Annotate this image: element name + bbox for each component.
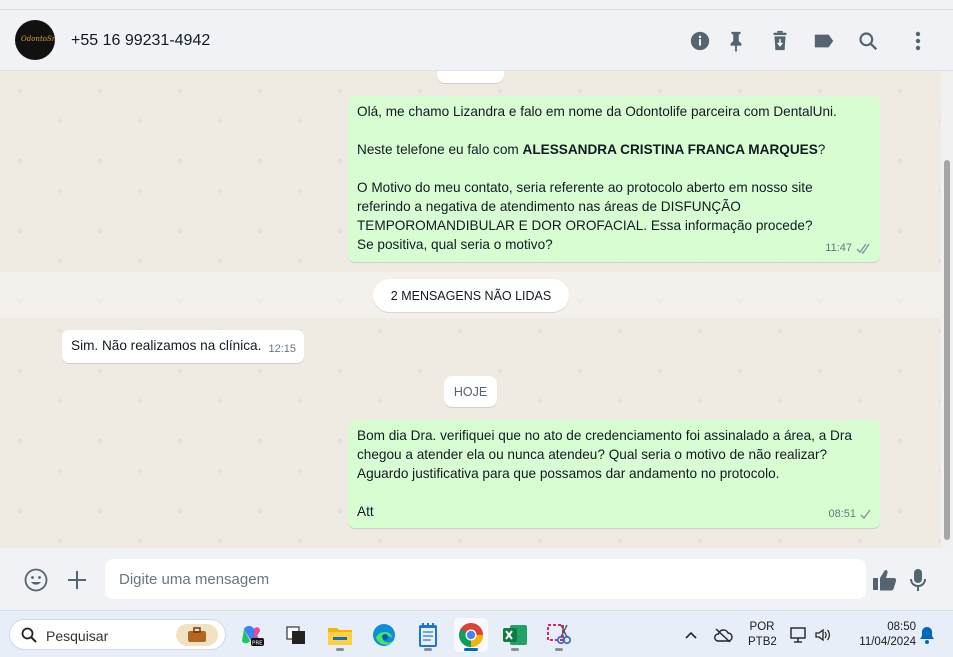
search-label: Pesquisar	[46, 628, 109, 644]
pin-icon[interactable]	[724, 29, 748, 53]
language-line1: POR	[749, 621, 775, 633]
running-indicator	[424, 648, 432, 651]
message-line: O Motivo do meu contato, seria referente…	[357, 180, 813, 252]
notepad-icon[interactable]	[411, 618, 445, 652]
file-explorer-icon[interactable]	[323, 618, 357, 652]
chat-scrollbar[interactable]	[944, 160, 950, 540]
info-icon[interactable]	[688, 29, 712, 53]
cloud-offline-icon[interactable]	[709, 618, 737, 652]
message-line: Neste telefone eu falo com ALESSANDRA CR…	[357, 142, 826, 157]
running-indicator	[511, 648, 519, 651]
double-check-icon	[856, 243, 870, 254]
plus-icon[interactable]	[64, 567, 90, 593]
message-outgoing[interactable]: Bom dia Dra. verifiquei que no ato de cr…	[348, 420, 880, 528]
day-pill: HOJE	[444, 376, 497, 407]
language-line2: PTB2	[748, 636, 777, 648]
clock-date: 11/04/2024	[859, 636, 916, 648]
copilot-icon[interactable]: PRE	[235, 618, 269, 652]
message-time: 08:51	[828, 508, 856, 520]
avatar-logo-text: OdontoSmile	[21, 35, 55, 43]
svg-text:PRE: PRE	[252, 641, 263, 647]
window-top-strip	[0, 0, 953, 10]
message-text: Sim. Não realizamos na clínica.	[71, 338, 262, 353]
delete-icon[interactable]	[768, 29, 792, 53]
emoji-icon[interactable]	[23, 567, 49, 593]
message-incoming[interactable]: Sim. Não realizamos na clínica. 12:15	[62, 330, 304, 363]
microphone-icon[interactable]	[905, 567, 931, 593]
chat-area[interactable]: Olá, me chamo Lizandra e falo em nome da…	[0, 71, 953, 548]
excel-icon[interactable]	[498, 618, 532, 652]
message-meta: 12:15	[268, 340, 296, 359]
thumbs-up-icon[interactable]	[872, 567, 898, 593]
message-text: Bom dia Dra. verifiquei que no ato de cr…	[357, 428, 852, 481]
notification-bell-icon[interactable]	[915, 618, 939, 652]
clock[interactable]: 08:50 11/04/2024	[844, 621, 916, 648]
contact-name[interactable]: +55 16 99231-4942	[71, 32, 210, 50]
message-line: Olá, me chamo Lizandra e falo em nome da…	[357, 104, 837, 119]
avatar[interactable]: OdontoSmile	[15, 20, 55, 60]
message-outgoing[interactable]: Olá, me chamo Lizandra e falo em nome da…	[348, 96, 880, 262]
clock-time: 08:50	[887, 621, 916, 633]
language-indicator[interactable]: POR PTB2	[748, 621, 777, 648]
chrome-icon[interactable]	[454, 618, 488, 652]
chat-header: OdontoSmile +55 16 99231-4942	[0, 10, 953, 71]
message-meta: 11:47	[825, 239, 872, 258]
date-pill-partial	[437, 71, 504, 83]
running-indicator	[336, 648, 344, 651]
message-input[interactable]	[105, 559, 866, 599]
message-time: 12:15	[268, 343, 296, 355]
search-icon	[21, 627, 37, 643]
unread-messages-pill: 2 MENSAGENS NÃO LIDAS	[373, 279, 569, 312]
briefcase-icon	[176, 624, 218, 646]
volume-icon[interactable]	[811, 618, 835, 652]
taskbar: Pesquisar PRE POR PTB2 08:50 11/04/2024	[0, 610, 953, 657]
taskbar-search[interactable]: Pesquisar	[9, 619, 226, 650]
label-icon[interactable]	[812, 29, 836, 53]
message-signature: Att	[357, 504, 374, 519]
message-time: 11:47	[825, 242, 852, 254]
message-meta: 08:51	[828, 505, 872, 524]
network-icon[interactable]	[787, 618, 811, 652]
search-icon[interactable]	[856, 29, 880, 53]
active-indicator	[464, 648, 478, 651]
snipping-tool-icon[interactable]	[542, 618, 576, 652]
edge-icon[interactable]	[367, 618, 401, 652]
composer	[0, 548, 953, 610]
menu-icon[interactable]	[906, 29, 930, 53]
chevron-up-icon[interactable]	[677, 618, 705, 652]
task-view-icon[interactable]	[279, 618, 313, 652]
single-check-icon	[860, 509, 871, 520]
running-indicator	[555, 648, 563, 651]
